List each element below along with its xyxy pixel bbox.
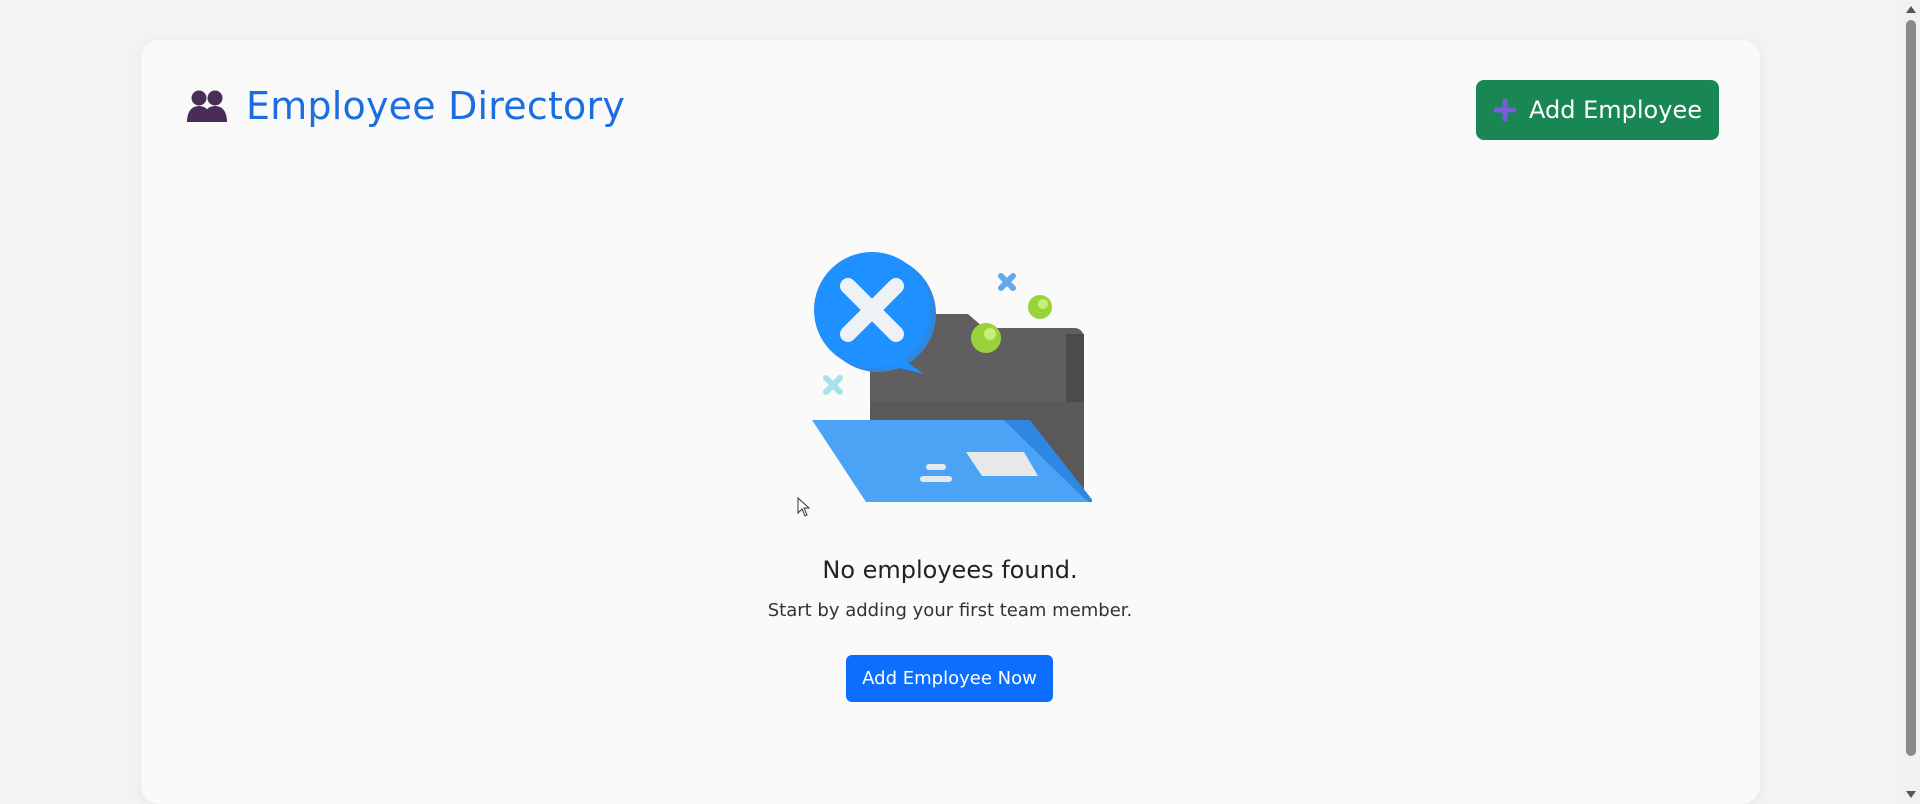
empty-folder-illustration [812,252,1092,502]
scroll-down-icon[interactable] [1906,791,1916,798]
add-employee-label: Add Employee [1529,96,1702,124]
people-icon [187,90,227,122]
add-employee-now-button[interactable]: Add Employee Now [846,655,1053,702]
empty-state-subtitle: Start by adding your first team member. [767,600,1133,621]
page-title: Employee Directory [246,84,626,128]
scroll-up-icon[interactable] [1906,6,1916,13]
plus-icon [1494,99,1517,121]
mouse-cursor-icon [797,497,811,517]
vertical-scrollbar[interactable] [1902,0,1920,804]
page-header: Employee Directory [186,84,625,128]
add-employee-button[interactable]: Add Employee [1476,80,1719,140]
empty-state-title: No employees found. [822,556,1078,584]
scroll-thumb[interactable] [1906,20,1916,756]
page: Employee Directory Add Employee No emplo… [0,0,1920,804]
